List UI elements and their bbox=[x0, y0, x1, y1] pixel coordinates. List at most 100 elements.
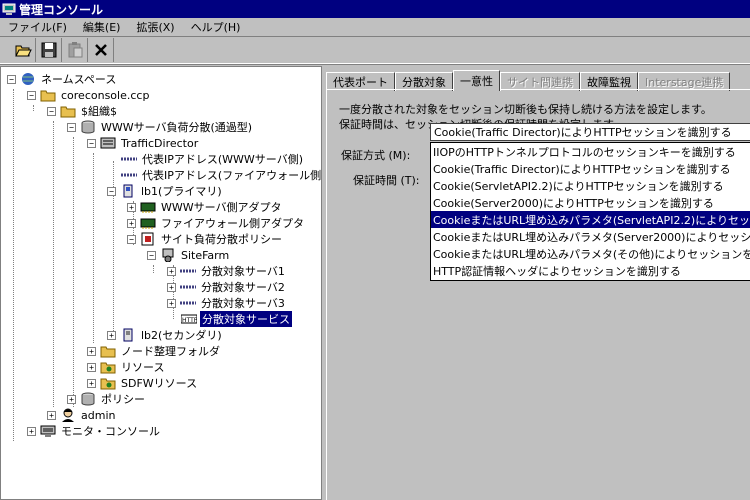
adapter-icon bbox=[140, 200, 156, 214]
menu-file[interactable]: ファイル(F) bbox=[0, 19, 75, 35]
ip-address-icon bbox=[180, 264, 196, 278]
expand-toggle[interactable]: + bbox=[107, 330, 116, 340]
load-balancer-icon bbox=[120, 184, 136, 198]
folder-icon bbox=[100, 344, 116, 358]
menu-extend[interactable]: 拡張(X) bbox=[128, 19, 182, 35]
expand-toggle[interactable]: + bbox=[47, 410, 56, 420]
tree-node-organization[interactable]: − $組織$ bbox=[47, 103, 119, 119]
tree-node-server1[interactable]: + 分散対象サーバ1 bbox=[167, 263, 287, 279]
paste-button[interactable] bbox=[62, 38, 88, 62]
dropdown-option[interactable]: Cookie(Traffic Director)によりHTTPセッションを識別す… bbox=[431, 160, 750, 177]
collapse-toggle[interactable]: − bbox=[127, 234, 136, 244]
collapse-toggle[interactable]: − bbox=[67, 122, 76, 132]
tree-node-ip-www[interactable]: 代表IPアドレス(WWWサーバ側) bbox=[121, 151, 305, 167]
tree-node-label: coreconsole.ccp bbox=[61, 88, 150, 102]
server-icon bbox=[100, 136, 116, 150]
tree-node-site-policy[interactable]: − サイト負荷分散ポリシー bbox=[127, 231, 284, 247]
expand-toggle[interactable]: + bbox=[167, 298, 176, 308]
menu-help[interactable]: ヘルプ(H) bbox=[183, 19, 249, 35]
collapse-toggle[interactable]: − bbox=[27, 90, 36, 100]
collapse-toggle[interactable]: − bbox=[147, 250, 156, 260]
tree-node-adapter-www[interactable]: + WWWサーバ側アダプタ bbox=[127, 199, 284, 215]
open-button[interactable] bbox=[10, 38, 36, 62]
ip-address-icon bbox=[180, 280, 196, 294]
save-button[interactable] bbox=[36, 38, 62, 62]
menu-edit[interactable]: 編集(E) bbox=[75, 19, 129, 35]
tree-node-ip-firewall[interactable]: 代表IPアドレス(ファイアウォール側) bbox=[121, 167, 322, 183]
folder-icon bbox=[40, 88, 56, 102]
tree-node-label: 分散対象サーバ1 bbox=[201, 265, 285, 278]
tree-node-adapter-firewall[interactable]: + ファイアウォール側アダプタ bbox=[127, 215, 306, 231]
method-selected-value: Cookie(Traffic Director)によりHTTPセッションを識別す… bbox=[434, 126, 732, 139]
tree-connector bbox=[73, 137, 74, 407]
expand-toggle[interactable]: + bbox=[27, 426, 36, 436]
namespace-tree[interactable]: − ネームスペース − coreconsole.ccp − $組織$ − WWW… bbox=[0, 66, 322, 500]
expand-toggle[interactable]: + bbox=[127, 202, 136, 212]
tree-node-sitefarm[interactable]: − SiteFarm bbox=[147, 247, 231, 263]
collapse-toggle[interactable]: − bbox=[87, 138, 96, 148]
tree-node-server3[interactable]: + 分散対象サーバ3 bbox=[167, 295, 287, 311]
method-select[interactable]: Cookie(Traffic Director)によりHTTPセッションを識別す… bbox=[430, 123, 750, 141]
tree-node-namespace[interactable]: − ネームスペース bbox=[7, 71, 118, 87]
tree-node-service[interactable]: HTTP 分散対象サービス bbox=[180, 311, 292, 327]
tree-node-server2[interactable]: + 分散対象サーバ2 bbox=[167, 279, 287, 295]
tree-node-www-lb[interactable]: − WWWサーバ負荷分散(通過型) bbox=[67, 119, 254, 135]
collapse-toggle[interactable]: − bbox=[107, 186, 116, 196]
method-dropdown-list[interactable]: IIOPのHTTPトンネルプロトコルのセッションキーを識別する Cookie(T… bbox=[430, 142, 750, 281]
folder-icon bbox=[60, 104, 76, 118]
dropdown-option[interactable]: CookieまたはURL埋め込みパラメタ(Server2000)によりセッション… bbox=[431, 228, 750, 245]
tree-node-label: リソース bbox=[121, 361, 165, 374]
load-balancer-icon bbox=[120, 328, 136, 342]
expand-toggle[interactable]: + bbox=[87, 346, 96, 356]
title-bar: 管理コンソール bbox=[0, 0, 750, 18]
user-icon bbox=[60, 408, 76, 422]
tree-node-label: WWWサーバ側アダプタ bbox=[161, 201, 282, 214]
tree-node-coreconsole[interactable]: − coreconsole.ccp bbox=[27, 87, 151, 103]
ip-address-icon bbox=[121, 168, 137, 182]
collapse-toggle[interactable]: − bbox=[7, 74, 16, 84]
expand-toggle[interactable]: + bbox=[127, 218, 136, 228]
dropdown-option-highlighted[interactable]: CookieまたはURL埋め込みパラメタ(ServletAPI2.2)によりセッ… bbox=[431, 211, 750, 228]
expand-toggle[interactable]: + bbox=[87, 362, 96, 372]
resource-folder-icon bbox=[100, 360, 116, 374]
description-line-1: 一度分散された対象をセッション切断後も保持し続ける方法を設定します。 bbox=[339, 103, 712, 116]
tree-node-resource[interactable]: + リソース bbox=[87, 359, 166, 375]
tree-node-label: モニタ・コンソール bbox=[61, 425, 160, 438]
database-icon bbox=[80, 392, 96, 406]
expand-toggle[interactable]: + bbox=[167, 282, 176, 292]
close-button[interactable] bbox=[88, 38, 114, 62]
dropdown-option[interactable]: HTTP認証情報ヘッダによりセッションを識別する bbox=[431, 262, 750, 279]
dropdown-option[interactable]: IIOPのHTTPトンネルプロトコルのセッションキーを識別する bbox=[431, 143, 750, 160]
tab-uniqueness[interactable]: 一意性 bbox=[453, 70, 500, 91]
tree-node-policy[interactable]: + ポリシー bbox=[67, 391, 147, 407]
window-title: 管理コンソール bbox=[19, 2, 104, 17]
tree-node-label: 代表IPアドレス(ファイアウォール側) bbox=[142, 169, 322, 182]
tree-node-node-folder[interactable]: + ノード整理フォルダ bbox=[87, 343, 222, 359]
tree-node-label: ネームスペース bbox=[41, 73, 117, 86]
tree-node-label: 分散対象サービス bbox=[200, 311, 292, 327]
property-pane: 代表ポート 分散対象 一意性 サイト間連携 故障監視 Interstage連携 … bbox=[326, 66, 750, 500]
tree-node-label: admin bbox=[81, 408, 116, 422]
tree-node-sdfw-resource[interactable]: + SDFWリソース bbox=[87, 375, 199, 391]
tree-node-lb2[interactable]: + lb2(セカンダリ) bbox=[107, 327, 224, 343]
dropdown-option[interactable]: CookieまたはURL埋め込みパラメタ(その他)によりセッションを識別する bbox=[431, 245, 750, 262]
tree-connector bbox=[53, 121, 54, 407]
tree-connector bbox=[33, 105, 34, 111]
tree-node-label: 分散対象サーバ3 bbox=[201, 297, 285, 310]
console-app-icon bbox=[2, 2, 16, 16]
tree-node-label: lb2(セカンダリ) bbox=[141, 329, 222, 342]
tree-node-monitor-console[interactable]: + モニタ・コンソール bbox=[27, 423, 162, 439]
dropdown-option[interactable]: Cookie(Server2000)によりHTTPセッションを識別する bbox=[431, 194, 750, 211]
expand-toggle[interactable]: + bbox=[167, 266, 176, 276]
tree-connector bbox=[13, 89, 14, 441]
tree-node-label: ノード整理フォルダ bbox=[121, 345, 220, 358]
tree-node-lb1[interactable]: − lb1(プライマリ) bbox=[107, 183, 224, 199]
expand-toggle[interactable]: + bbox=[67, 394, 76, 404]
dropdown-option[interactable]: Cookie(ServletAPI2.2)によりHTTPセッションを識別する bbox=[431, 177, 750, 194]
tree-node-label: lb1(プライマリ) bbox=[141, 185, 222, 198]
collapse-toggle[interactable]: − bbox=[47, 106, 56, 116]
expand-toggle[interactable]: + bbox=[87, 378, 96, 388]
tree-node-admin[interactable]: + admin bbox=[47, 407, 117, 423]
tree-node-trafficdirector[interactable]: − TrafficDirector bbox=[87, 135, 200, 151]
menu-bar: ファイル(F) 編集(E) 拡張(X) ヘルプ(H) bbox=[0, 18, 750, 37]
